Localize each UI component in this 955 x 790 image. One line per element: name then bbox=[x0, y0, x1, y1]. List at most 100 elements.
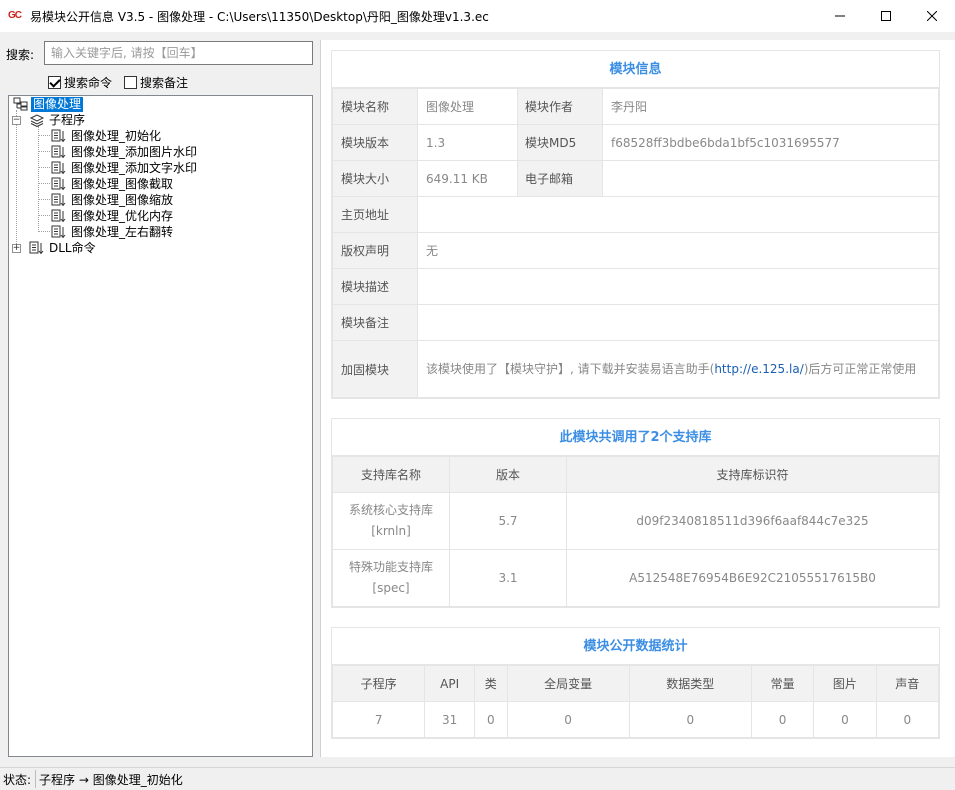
stat-value: 0 bbox=[813, 701, 877, 738]
tree-node-dll[interactable]: DLL命令 bbox=[29, 240, 98, 256]
stat-value: 0 bbox=[474, 701, 508, 738]
function-icon bbox=[51, 209, 67, 223]
module-homepage-value bbox=[417, 196, 939, 233]
search-notes-checkbox[interactable]: 搜索备注 bbox=[124, 74, 188, 91]
support-libs-title: 此模块共调用了2个支持库 bbox=[332, 419, 939, 456]
search-options: 搜索命令 搜索备注 bbox=[0, 72, 318, 92]
tree-subprogram-label: 图像处理_图像截取 bbox=[71, 176, 174, 191]
stats-table: 子程序 API 类 全局变量 数据类型 常量 图片 声音 7 31 0 0 0 … bbox=[331, 665, 940, 738]
maximize-icon bbox=[881, 11, 891, 21]
tree-subprogram-label: 图像处理_初始化 bbox=[71, 128, 162, 143]
close-icon bbox=[927, 11, 937, 21]
module-info-title: 模块信息 bbox=[332, 51, 939, 88]
module-size-value: 649.11 KB bbox=[417, 160, 518, 197]
module-author-label: 模块作者 bbox=[517, 88, 603, 125]
stat-header: 数据类型 bbox=[628, 665, 752, 702]
support-libs-table: 支持库名称 版本 支持库标识符 系统核心支持库 [krnln] 5.7 d09f2… bbox=[332, 456, 939, 607]
window-controls bbox=[817, 0, 955, 32]
module-version-value: 1.3 bbox=[417, 124, 518, 161]
module-copyright-label: 版权声明 bbox=[332, 232, 418, 269]
table-row: 系统核心支持库 [krnln] 5.7 d09f2340818511d396f6a… bbox=[332, 492, 939, 550]
module-note-label: 模块备注 bbox=[332, 304, 418, 341]
stat-value: 0 bbox=[628, 701, 752, 738]
function-icon bbox=[51, 225, 67, 239]
lib-id-header: 支持库标识符 bbox=[566, 456, 939, 493]
tree-subprogram-label: 图像处理_优化内存 bbox=[71, 208, 174, 223]
assistant-download-link[interactable]: http://e.125.la/ bbox=[714, 362, 803, 376]
function-icon bbox=[51, 177, 67, 191]
tree-subprogram-item[interactable]: 图像处理_添加文字水印 bbox=[51, 160, 199, 176]
tree-subprogram-item[interactable]: 图像处理_图像缩放 bbox=[51, 192, 175, 208]
stat-header: 声音 bbox=[875, 665, 940, 702]
module-version-label: 模块版本 bbox=[332, 124, 418, 161]
search-row: 搜索: bbox=[0, 40, 318, 66]
module-md5-value: f68528ff3bdbe6bda1bf5c1031695577 bbox=[602, 124, 939, 161]
function-icon bbox=[51, 161, 67, 175]
search-label: 搜索: bbox=[6, 48, 35, 62]
module-copyright-value: 无 bbox=[417, 232, 939, 269]
module-info-card: 模块信息 模块名称 图像处理 模块作者 李丹阳 模块版本 1.3 模块MD5 f… bbox=[331, 50, 940, 399]
tree-root-label: 图像处理 bbox=[31, 96, 84, 112]
module-author-value: 李丹阳 bbox=[602, 88, 939, 125]
module-protect-label: 加固模块 bbox=[332, 340, 418, 398]
module-name-label: 模块名称 bbox=[332, 88, 418, 125]
title-bar: GC 易模块公开信息 V3.5 - 图像处理 - C:\Users\11350\… bbox=[0, 0, 955, 32]
expand-toggle-subprograms[interactable]: − bbox=[12, 116, 21, 125]
lib-name-header: 支持库名称 bbox=[332, 456, 450, 493]
tree-subprogram-item[interactable]: 图像处理_添加图片水印 bbox=[51, 144, 199, 160]
tree-node-subprograms[interactable]: 子程序 bbox=[29, 112, 87, 128]
module-info-table: 模块名称 图像处理 模块作者 李丹阳 模块版本 1.3 模块MD5 f68528… bbox=[332, 88, 939, 398]
minimize-button[interactable] bbox=[817, 0, 863, 32]
stat-value: 0 bbox=[750, 701, 815, 738]
maximize-button[interactable] bbox=[863, 0, 909, 32]
search-commands-checkbox[interactable]: 搜索命令 bbox=[48, 74, 112, 91]
lib-id-cell: A512548E76954B6E92C21055517615B0 bbox=[566, 549, 939, 607]
stat-header: 常量 bbox=[750, 665, 815, 702]
tree-subprogram-item[interactable]: 图像处理_初始化 bbox=[51, 128, 163, 144]
module-md5-label: 模块MD5 bbox=[517, 124, 603, 161]
module-email-label: 电子邮箱 bbox=[517, 160, 603, 197]
function-icon bbox=[51, 193, 67, 207]
left-panel: 搜索: 搜索命令 搜索备注 图像处理 − bbox=[0, 40, 318, 757]
tree-subprogram-item[interactable]: 图像处理_优化内存 bbox=[51, 208, 175, 224]
search-input[interactable] bbox=[44, 41, 313, 65]
module-homepage-label: 主页地址 bbox=[332, 196, 418, 233]
tree-subprogram-label: 图像处理_左右翻转 bbox=[71, 224, 174, 239]
stats-card: 模块公开数据统计 子程序 API 类 全局变量 数据类型 常量 图片 声音 7 … bbox=[331, 627, 940, 739]
search-notes-label: 搜索备注 bbox=[140, 76, 189, 90]
stat-value: 7 bbox=[331, 701, 426, 738]
info-panel[interactable]: 模块信息 模块名称 图像处理 模块作者 李丹阳 模块版本 1.3 模块MD5 f… bbox=[320, 40, 955, 757]
lib-name-cell: 特殊功能支持库 [spec] bbox=[332, 549, 450, 607]
layers-icon bbox=[29, 113, 45, 127]
expand-toggle-dll[interactable]: + bbox=[12, 244, 21, 253]
lib-id-cell: d09f2340818511d396f6aaf844c7e325 bbox=[566, 492, 939, 550]
tree-subprograms-label: 子程序 bbox=[49, 112, 86, 127]
module-desc-value bbox=[417, 268, 939, 305]
lib-name-cell: 系统核心支持库 [krnln] bbox=[332, 492, 450, 550]
status-bar: 状态: 子程序 → 图像处理_初始化 bbox=[0, 767, 955, 790]
stats-title: 模块公开数据统计 bbox=[332, 628, 939, 665]
module-protect-value: 该模块使用了【模块守护】, 请下载并安装易语言助手(http://e.125.l… bbox=[417, 340, 939, 398]
checkbox-checked-icon bbox=[48, 76, 61, 89]
search-commands-label: 搜索命令 bbox=[64, 76, 113, 90]
window-title: 易模块公开信息 V3.5 - 图像处理 - C:\Users\11350\Des… bbox=[30, 9, 489, 24]
module-name-value: 图像处理 bbox=[417, 88, 518, 125]
tree-subprogram-item[interactable]: 图像处理_左右翻转 bbox=[51, 224, 175, 240]
stat-value: 0 bbox=[506, 701, 630, 738]
tree-subprogram-item[interactable]: 图像处理_图像截取 bbox=[51, 176, 175, 192]
tree-subprogram-label: 图像处理_添加文字水印 bbox=[71, 160, 198, 175]
table-row: 特殊功能支持库 [spec] 3.1 A512548E76954B6E92C210… bbox=[332, 549, 939, 607]
lib-version-cell: 3.1 bbox=[449, 549, 567, 607]
tree-subprogram-label: 图像处理_图像缩放 bbox=[71, 192, 174, 207]
stat-header: 类 bbox=[474, 665, 508, 702]
close-button[interactable] bbox=[909, 0, 955, 32]
stat-header: 子程序 bbox=[331, 665, 426, 702]
stat-header: 图片 bbox=[813, 665, 877, 702]
module-icon bbox=[13, 97, 29, 111]
tree-root-node[interactable]: 图像处理 bbox=[13, 96, 84, 112]
minimize-icon bbox=[835, 15, 845, 17]
module-tree[interactable]: 图像处理 − 子程序 图像处理_初始化 图像处理_添加图片水印 图像处理_添加文… bbox=[8, 95, 313, 757]
app-icon: GC bbox=[8, 10, 22, 21]
stat-value: 0 bbox=[875, 701, 940, 738]
module-note-value bbox=[417, 304, 939, 341]
